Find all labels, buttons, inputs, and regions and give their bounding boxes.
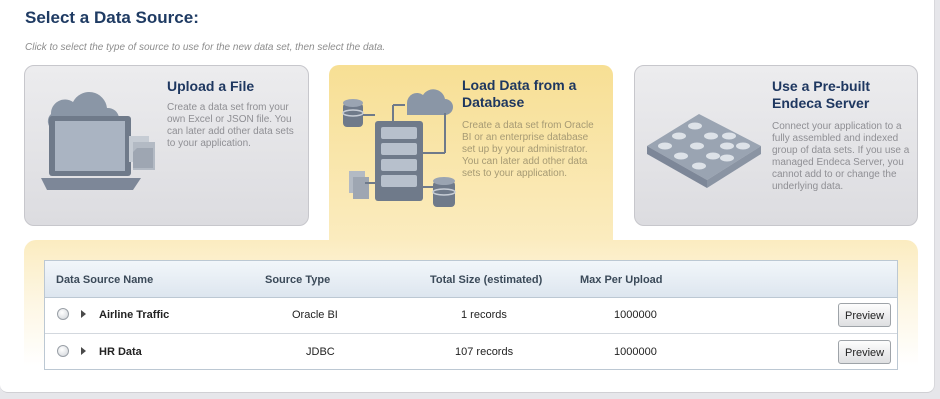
endeca-server-description: Connect your application to a fully asse… [772,121,910,192]
total-size: 1 records [461,309,507,321]
data-source-name: HR Data [99,346,142,358]
laptop-upload-icon [41,92,155,190]
column-header-type[interactable]: Source Type [265,274,330,286]
source-type: Oracle BI [292,309,338,321]
max-per-upload: 1000000 [614,309,657,321]
data-source-table: Data Source Name Source Type Total Size … [44,260,898,370]
expand-triangle-icon[interactable] [81,347,86,355]
instructions-text: Click to select the type of source to us… [25,42,386,53]
source-type: JDBC [306,346,335,358]
data-source-name: Airline Traffic [99,309,170,321]
table-row[interactable]: HR Data JDBC 107 records 1000000 Preview [45,334,897,370]
select-radio[interactable] [57,308,69,320]
column-header-name[interactable]: Data Source Name [56,274,153,286]
preview-button[interactable]: Preview [838,303,891,327]
database-network-icon [342,89,456,207]
max-per-upload: 1000000 [614,346,657,358]
upload-file-title: Upload a File [167,78,255,94]
server-grid-icon [647,114,761,188]
page-title: Select a Data Source: [25,8,199,27]
table-row[interactable]: Airline Traffic Oracle BI 1 records 1000… [45,297,897,334]
total-size: 107 records [455,346,514,358]
preview-button[interactable]: Preview [838,340,891,364]
column-header-max[interactable]: Max Per Upload [580,274,663,286]
load-database-card[interactable]: Load Data from a Database Create a data … [329,65,613,245]
endeca-server-card[interactable]: Use a Pre-built Endeca Server Connect yo… [634,65,918,226]
expand-triangle-icon[interactable] [81,310,86,318]
column-header-size[interactable]: Total Size (estimated) [430,274,542,286]
load-database-description: Create a data set from Oracle BI or an e… [462,120,594,179]
select-radio[interactable] [57,345,69,357]
upload-file-description: Create a data set from your own Excel or… [167,102,294,149]
upload-file-card[interactable]: Upload a File Create a data set from you… [24,65,309,226]
load-database-title: Load Data from a Database [462,77,577,110]
endeca-server-title: Use a Pre-built Endeca Server [772,78,871,111]
data-source-panel: Select a Data Source: Click to select th… [0,0,935,393]
table-header: Data Source Name Source Type Total Size … [45,261,897,298]
